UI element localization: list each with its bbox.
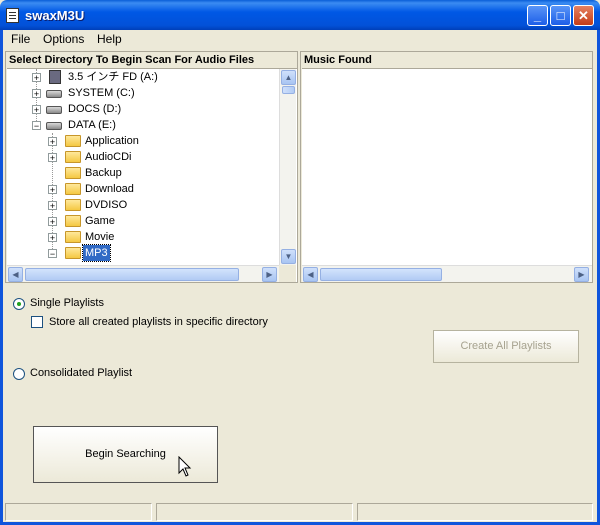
mouse-cursor-icon	[178, 456, 192, 477]
title-bar[interactable]: swaxM3U _ □ ✕	[0, 0, 600, 30]
maximize-button[interactable]: □	[550, 5, 571, 26]
tree-item-folder[interactable]: + DVDISO	[7, 197, 277, 213]
tree-vertical-scrollbar[interactable]: ▲ ▼	[279, 69, 296, 265]
directory-panel: Select Directory To Begin Scan For Audio…	[5, 51, 298, 283]
store-all-label: Store all created playlists in specific …	[49, 316, 268, 328]
folder-icon	[65, 151, 81, 163]
floppy-icon	[49, 70, 61, 84]
scroll-thumb[interactable]	[25, 268, 239, 281]
tree-item-folder[interactable]: Backup	[7, 165, 277, 181]
window-title: swaxM3U	[25, 8, 85, 23]
drive-icon	[46, 122, 62, 130]
scroll-left-arrow-icon[interactable]: ◀	[8, 267, 23, 282]
scroll-thumb[interactable]	[282, 86, 295, 94]
tree-horizontal-scrollbar[interactable]: ◀ ▶	[7, 265, 279, 282]
folder-open-icon	[65, 247, 81, 259]
tree-item-folder[interactable]: + Movie	[7, 229, 277, 245]
create-all-playlists-button[interactable]: Create All Playlists	[433, 330, 579, 363]
tree-item-folder[interactable]: + Game	[7, 213, 277, 229]
scroll-left-arrow-icon[interactable]: ◀	[303, 267, 318, 282]
status-pane	[357, 503, 593, 521]
folder-icon	[65, 135, 81, 147]
store-all-checkbox[interactable]	[31, 316, 43, 328]
scroll-up-arrow-icon[interactable]: ▲	[281, 70, 296, 85]
consolidated-playlist-radio[interactable]	[13, 368, 25, 380]
status-pane	[156, 503, 353, 521]
tree-item-drive-d[interactable]: + DOCS (D:)	[7, 101, 277, 117]
single-playlists-radio[interactable]	[13, 298, 25, 310]
close-button[interactable]: ✕	[573, 5, 594, 26]
status-pane	[5, 503, 152, 521]
menu-help[interactable]: Help	[97, 32, 122, 46]
music-horizontal-scrollbar[interactable]: ◀ ▶	[302, 265, 592, 282]
scroll-right-arrow-icon[interactable]: ▶	[574, 267, 589, 282]
tree-item-folder[interactable]: + Application	[7, 133, 277, 149]
folder-icon	[65, 215, 81, 227]
tree-item-floppy[interactable]: + 3.5 インチ FD (A:)	[7, 69, 277, 85]
menu-file[interactable]: File	[11, 32, 30, 46]
drive-icon	[46, 106, 62, 114]
music-found-header: Music Found	[304, 54, 589, 68]
tree-item-drive-e[interactable]: − DATA (E:)	[7, 117, 277, 133]
menu-options[interactable]: Options	[43, 32, 84, 46]
folder-icon	[65, 231, 81, 243]
folder-icon	[65, 167, 81, 179]
scroll-right-arrow-icon[interactable]: ▶	[262, 267, 277, 282]
consolidated-playlist-label: Consolidated Playlist	[30, 367, 133, 379]
tree-item-folder[interactable]: + Download	[7, 181, 277, 197]
minimize-button[interactable]: _	[527, 5, 548, 26]
single-playlists-label: Single Playlists	[30, 297, 104, 309]
music-found-panel: Music Found ◀ ▶	[300, 51, 593, 283]
scroll-down-arrow-icon[interactable]: ▼	[281, 249, 296, 264]
directory-tree[interactable]: + 3.5 インチ FD (A:) + SYSTEM (C:) + DOCS (…	[7, 68, 297, 282]
app-icon	[6, 8, 19, 23]
scroll-thumb[interactable]	[320, 268, 442, 281]
drive-icon	[46, 90, 62, 98]
music-found-list[interactable]: ◀ ▶	[302, 68, 592, 282]
folder-icon	[65, 199, 81, 211]
tree-item-folder[interactable]: + AudioCDi	[7, 149, 277, 165]
tree-item-drive-c[interactable]: + SYSTEM (C:)	[7, 85, 277, 101]
folder-icon	[65, 183, 81, 195]
directory-panel-header: Select Directory To Begin Scan For Audio…	[9, 54, 294, 68]
tree-item-mp3[interactable]: − MP3	[7, 244, 277, 262]
